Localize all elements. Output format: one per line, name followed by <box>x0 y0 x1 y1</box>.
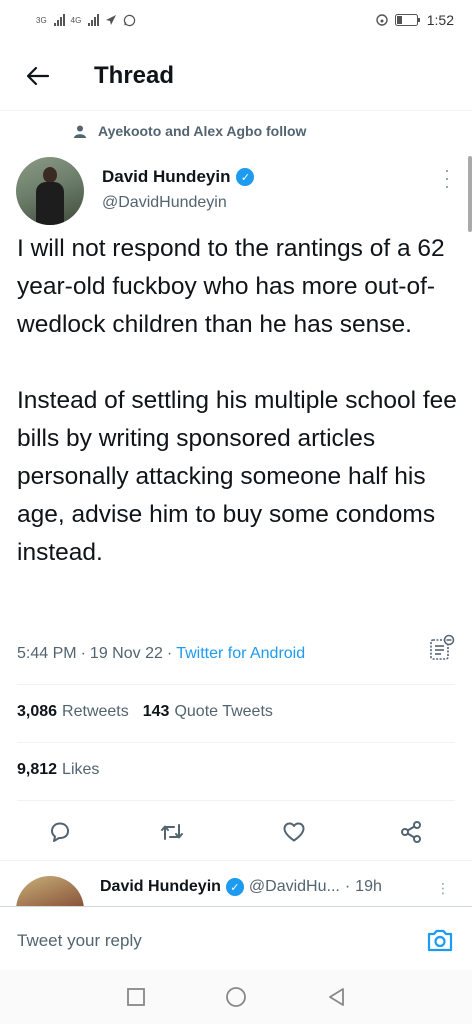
reply-author-name: David Hundeyin <box>100 878 221 895</box>
divider <box>17 800 455 801</box>
tweet-text: I will not respond to the rantings of a … <box>17 235 457 566</box>
person-icon <box>74 125 86 138</box>
reply-time: 19h <box>355 878 382 895</box>
system-navigation-bar <box>0 970 472 1024</box>
back-button[interactable] <box>0 50 76 102</box>
author-handle: @DavidHundeyin <box>102 194 227 211</box>
retweet-button[interactable] <box>152 812 192 852</box>
tweet-source-link[interactable]: Twitter for Android <box>176 645 305 663</box>
tweet-actions <box>0 812 472 852</box>
status-bar: 3G 4G 1:52 <box>0 0 472 40</box>
scrollbar[interactable] <box>468 156 472 232</box>
verified-badge-icon: ✓ <box>236 168 255 186</box>
network-type-1: 3G <box>36 15 47 25</box>
reply-header[interactable]: David Hundeyin ✓ @DavidHu... · 19h <box>100 878 382 896</box>
signal-icon-2 <box>88 14 100 26</box>
retweet-stats: 3,086 Retweets 143 Quote Tweets <box>17 703 273 721</box>
wifi-hotspot-icon <box>376 14 388 26</box>
tweet-meta: 5:44 PM · 19 Nov 22 · Twitter for Androi… <box>17 645 305 663</box>
clock: 1:52 <box>426 12 454 28</box>
avatar-head <box>43 167 57 183</box>
whatsapp-icon <box>124 14 136 26</box>
network-type-2: 4G <box>70 15 82 25</box>
quotes-label: Quote Tweets <box>174 703 273 720</box>
circle-icon <box>226 987 246 1007</box>
reply-separator: · <box>344 878 351 895</box>
analytics-icon[interactable] <box>428 634 456 662</box>
meta-separator-2: · <box>166 645 173 662</box>
social-context-text: Ayekooto and Alex Agbo follow <box>98 123 307 139</box>
quotes-stat[interactable]: 143 Quote Tweets <box>143 703 273 721</box>
like-stats: 9,812 Likes <box>17 761 99 779</box>
avatar[interactable] <box>16 157 84 225</box>
arrow-left-icon <box>26 66 50 86</box>
recents-button[interactable] <box>123 984 149 1010</box>
battery-icon <box>394 14 420 26</box>
share-button[interactable] <box>391 812 431 852</box>
retweets-label: Retweets <box>62 703 129 720</box>
triangle-back-icon <box>329 988 344 1006</box>
status-left: 3G 4G <box>36 14 136 27</box>
author-name-row: David Hundeyin ✓ <box>102 167 255 187</box>
page-title: Thread <box>94 62 175 89</box>
back-nav-button[interactable] <box>324 984 350 1010</box>
tweet-time: 5:44 PM <box>17 645 77 662</box>
square-icon <box>127 988 145 1006</box>
status-right: 1:52 <box>375 12 454 28</box>
social-context[interactable]: Ayekooto and Alex Agbo follow <box>74 123 306 139</box>
likes-count: 9,812 <box>17 761 58 778</box>
tweet-date: 19 Nov 22 <box>89 645 163 662</box>
reply-input[interactable]: Tweet your reply <box>17 931 142 951</box>
navigation-arrow-icon <box>106 15 117 25</box>
retweet-icon <box>161 824 183 840</box>
meta-separator: · <box>80 645 86 662</box>
reply-composer[interactable]: Tweet your reply <box>0 906 472 970</box>
like-button[interactable] <box>274 812 314 852</box>
reply-handle: @DavidHu... <box>248 878 340 895</box>
reply-icon <box>51 822 69 842</box>
home-button[interactable] <box>223 984 249 1010</box>
author-name: David Hundeyin <box>102 167 231 186</box>
likes-label: Likes <box>62 761 100 778</box>
quotes-count: 143 <box>142 703 170 720</box>
top-app-bar: Thread <box>0 50 472 102</box>
reply-button[interactable] <box>40 812 80 852</box>
more-options-icon[interactable]: · · · <box>444 161 450 195</box>
verified-badge-icon: ✓ <box>225 878 244 896</box>
avatar-body <box>36 182 64 225</box>
tweet-author[interactable]: David Hundeyin ✓ @DavidHundeyin <box>102 167 255 212</box>
retweets-stat[interactable]: 3,086 Retweets <box>17 703 129 721</box>
likes-stat[interactable]: 9,812 Likes <box>17 761 99 779</box>
divider <box>0 860 472 861</box>
divider <box>0 110 472 111</box>
divider <box>17 742 455 743</box>
retweets-count: 3,086 <box>17 703 58 720</box>
share-icon <box>401 821 421 843</box>
like-icon <box>283 822 305 842</box>
reply-more-options-icon[interactable]: ⋮ <box>436 880 450 897</box>
divider <box>17 684 455 685</box>
signal-icon <box>53 14 65 26</box>
camera-icon[interactable] <box>425 925 455 955</box>
